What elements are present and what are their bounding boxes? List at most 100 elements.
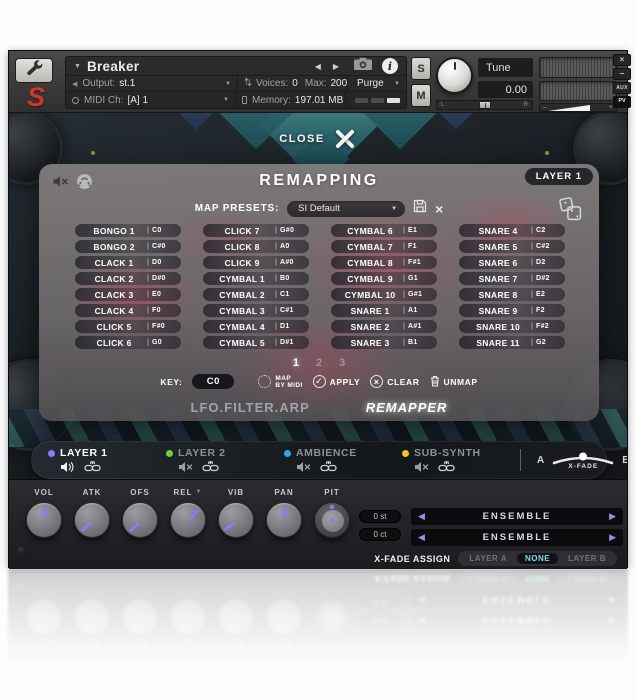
- map-slot[interactable]: CLICK 7|G#0: [203, 224, 309, 237]
- next-arrow-icon[interactable]: ▶: [602, 532, 623, 543]
- tab-lfo-filter-arp[interactable]: LFO.FILTER.ARP: [191, 400, 310, 415]
- map-slot[interactable]: CYMBAL 6|E1: [331, 224, 437, 237]
- map-slot[interactable]: CYMBAL 4|D1: [203, 320, 309, 333]
- layer-link-icon[interactable]: [84, 460, 101, 473]
- map-slot[interactable]: CYMBAL 3|C#1: [203, 304, 309, 317]
- pan-handle[interactable]: [479, 101, 491, 109]
- page-button-3[interactable]: 3: [339, 357, 345, 369]
- mute-button[interactable]: M: [411, 84, 431, 107]
- cents-value[interactable]: 0 ct: [359, 528, 401, 541]
- prev-arrow-icon[interactable]: ◀: [411, 511, 432, 522]
- pitch-knob-dial[interactable]: [314, 502, 350, 538]
- midi-channel-select[interactable]: MIDI Ch: [A] 1 ▼: [66, 92, 236, 108]
- map-slot[interactable]: SNARE 3|B1: [331, 336, 437, 349]
- next-instrument-icon[interactable]: ▶: [333, 62, 339, 71]
- map-slot[interactable]: SNARE 9|F2: [459, 304, 565, 317]
- volume-wedge-handle[interactable]: [548, 105, 590, 111]
- map-slot[interactable]: CYMBAL 5|D#1: [203, 336, 309, 349]
- layer-tab-4[interactable]: SUB-SYNTH: [402, 447, 520, 473]
- map-slot[interactable]: SNARE 7|D#2: [459, 272, 565, 285]
- knob-atk[interactable]: ATK: [73, 486, 111, 538]
- knob-dial[interactable]: [218, 502, 254, 538]
- purge-menu[interactable]: Purge ▼: [348, 76, 406, 91]
- next-arrow-icon[interactable]: ▶: [602, 511, 623, 522]
- title-dropdown-icon[interactable]: ▼: [74, 63, 81, 70]
- knob-dial[interactable]: [170, 502, 206, 538]
- preset-dropdown[interactable]: SI Default ▼: [287, 201, 405, 217]
- xfade-control[interactable]: A X-FADE B: [520, 449, 627, 471]
- map-slot[interactable]: CLICK 5|F#0: [75, 320, 181, 333]
- close-button[interactable]: CLOSE: [9, 127, 627, 151]
- knob-dial[interactable]: [266, 502, 302, 538]
- page-button-1[interactable]: 1: [293, 357, 299, 369]
- key-value-field[interactable]: C0: [192, 374, 234, 389]
- knob-dial[interactable]: [26, 502, 62, 538]
- map-slot[interactable]: CYMBAL 8|F#1: [331, 256, 437, 269]
- semitone-value[interactable]: 0 st: [359, 510, 401, 523]
- map-slot[interactable]: SNARE 4|C2: [459, 224, 565, 237]
- aux-button[interactable]: AUX: [613, 82, 631, 94]
- map-slot[interactable]: SNARE 5|C#2: [459, 240, 565, 253]
- map-slot[interactable]: CLACK 1|D0: [75, 256, 181, 269]
- map-slot[interactable]: SNARE 10|F#2: [459, 320, 565, 333]
- map-slot[interactable]: CYMBAL 9|G1: [331, 272, 437, 285]
- map-slot[interactable]: CLICK 6|G0: [75, 336, 181, 349]
- knob-rel[interactable]: REL▼: [169, 486, 207, 538]
- tune-value[interactable]: 0.00: [478, 81, 533, 98]
- map-by-midi-button[interactable]: MAP BY MIDI: [258, 375, 302, 389]
- xfade-arc[interactable]: X-FADE: [551, 451, 615, 470]
- output-select[interactable]: ◀ Output: st.1 ▼: [66, 76, 238, 91]
- page-button-2[interactable]: 2: [316, 357, 322, 369]
- snapshot-camera-icon[interactable]: [353, 57, 373, 76]
- solo-button[interactable]: S: [411, 57, 431, 80]
- knob-ofs[interactable]: OFS: [121, 486, 159, 538]
- map-slot[interactable]: CLACK 3|E0: [75, 288, 181, 301]
- delete-preset-icon[interactable]: ×: [435, 202, 443, 216]
- tune-knob[interactable]: [436, 57, 473, 94]
- knob-vol[interactable]: VOL: [25, 486, 63, 538]
- layer-tab-3[interactable]: AMBIENCE: [284, 447, 402, 473]
- map-slot[interactable]: CYMBAL 10|G#1: [331, 288, 437, 301]
- map-slot[interactable]: CLICK 9|A#0: [203, 256, 309, 269]
- save-preset-icon[interactable]: [413, 199, 427, 218]
- layer-tab-1[interactable]: LAYER 1: [48, 447, 166, 473]
- layer-tab-2[interactable]: LAYER 2: [166, 447, 284, 473]
- prev-arrow-icon[interactable]: ◀: [411, 532, 432, 543]
- map-slot[interactable]: SNARE 11|G2: [459, 336, 565, 349]
- selector-value[interactable]: ENSEMBLE: [432, 511, 602, 522]
- apply-button[interactable]: ✓ APPLY: [313, 375, 361, 388]
- map-slot[interactable]: CLACK 2|D#0: [75, 272, 181, 285]
- xfade-assign-none[interactable]: NONE: [517, 553, 558, 564]
- map-slot[interactable]: CYMBAL 1|B0: [203, 272, 309, 285]
- map-slot[interactable]: BONGO 2|C#0: [75, 240, 181, 253]
- map-slot[interactable]: SNARE 2|A#1: [331, 320, 437, 333]
- knob-pit[interactable]: PIT: [313, 486, 351, 538]
- layer-muted-speaker-icon[interactable]: [414, 461, 429, 473]
- layer-muted-speaker-icon[interactable]: [296, 461, 311, 473]
- layer-speaker-icon[interactable]: [60, 461, 75, 473]
- map-slot[interactable]: SNARE 6|D2: [459, 256, 565, 269]
- layer-link-icon[interactable]: [320, 460, 337, 473]
- map-slot[interactable]: CLICK 8|A0: [203, 240, 309, 253]
- close-window-button[interactable]: ×: [613, 54, 631, 66]
- info-icon[interactable]: i: [382, 58, 398, 74]
- max-value[interactable]: 200: [330, 78, 347, 89]
- map-slot[interactable]: CYMBAL 2|C1: [203, 288, 309, 301]
- layer-link-icon[interactable]: [438, 460, 455, 473]
- edit-wrench-button[interactable]: [15, 58, 53, 83]
- knob-vib[interactable]: VIB: [217, 486, 255, 538]
- minimize-button[interactable]: –: [613, 68, 631, 80]
- selector-value[interactable]: ENSEMBLE: [432, 532, 602, 543]
- xfade-assign-layer-b[interactable]: LAYER B: [560, 553, 614, 564]
- clear-button[interactable]: × CLEAR: [370, 375, 419, 388]
- map-slot[interactable]: SNARE 1|A1: [331, 304, 437, 317]
- layer-muted-speaker-icon[interactable]: [178, 461, 193, 473]
- map-slot[interactable]: CLACK 4|F0: [75, 304, 181, 317]
- xfade-assign-layer-a[interactable]: LAYER A: [461, 553, 515, 564]
- instrument-title[interactable]: Breaker: [87, 59, 139, 74]
- map-slot[interactable]: CYMBAL 7|F1: [331, 240, 437, 253]
- tab-remapper[interactable]: REMAPPER: [366, 400, 448, 415]
- layer-link-icon[interactable]: [202, 460, 219, 473]
- map-slot[interactable]: SNARE 8|E2: [459, 288, 565, 301]
- knob-dial[interactable]: [74, 502, 110, 538]
